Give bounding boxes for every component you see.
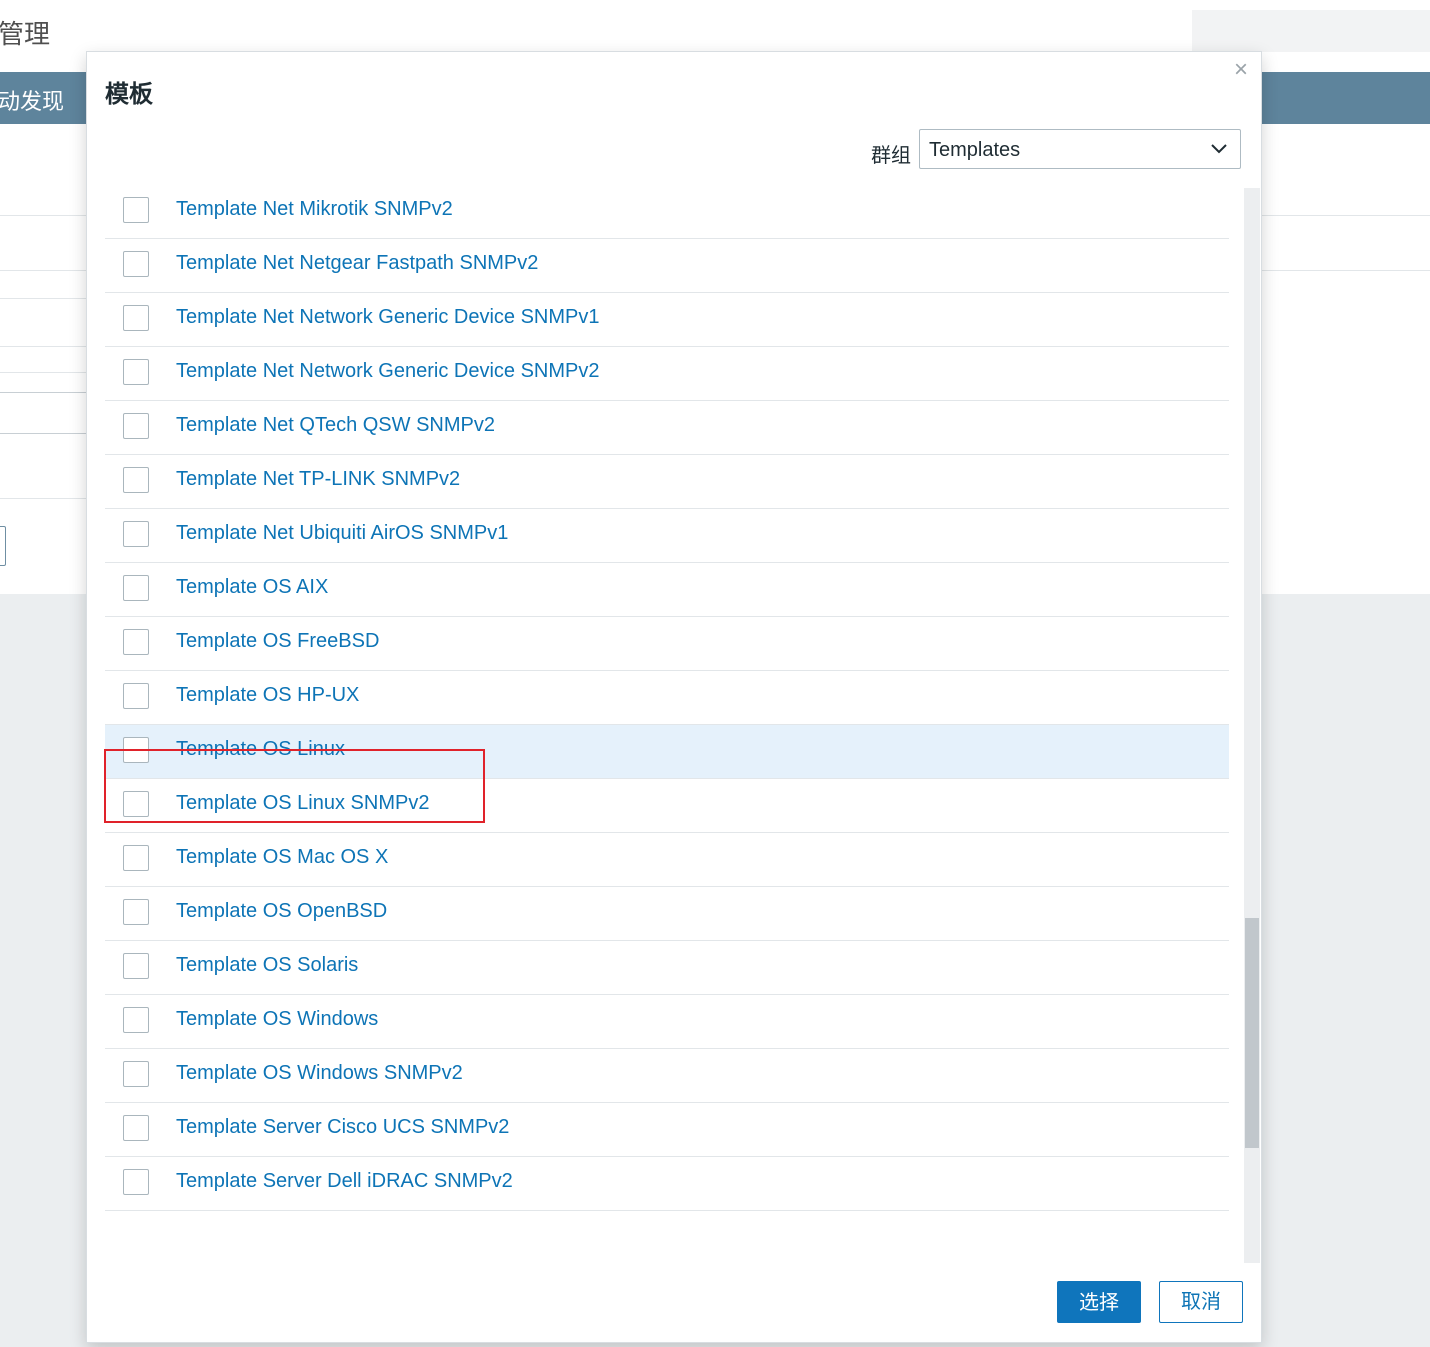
template-link[interactable]: Template Net QTech QSW SNMPv2	[176, 414, 495, 437]
header-search-area	[1192, 10, 1430, 52]
template-row[interactable]: Template OS FreeBSD	[105, 617, 1229, 671]
template-link[interactable]: Template Net Network Generic Device SNMP…	[176, 360, 599, 383]
template-row[interactable]: Template Net Mikrotik SNMPv2	[105, 188, 1229, 239]
template-list-inner: Template Net Mellanox SNMPv2Template Net…	[105, 188, 1229, 1211]
template-checkbox[interactable]	[123, 791, 149, 817]
template-link[interactable]: Template OS Linux SNMPv2	[176, 792, 429, 815]
template-link[interactable]: Template OS Windows SNMPv2	[176, 1062, 463, 1085]
scrollbar-thumb[interactable]	[1245, 918, 1259, 1148]
template-checkbox[interactable]	[123, 845, 149, 871]
template-checkbox[interactable]	[123, 629, 149, 655]
template-link[interactable]: Template OS Solaris	[176, 954, 358, 977]
template-checkbox[interactable]	[123, 467, 149, 493]
template-checkbox[interactable]	[123, 899, 149, 925]
template-link[interactable]: Template OS Mac OS X	[176, 846, 388, 869]
template-row[interactable]: Template Net Network Generic Device SNMP…	[105, 293, 1229, 347]
template-link[interactable]: Template Net Network Generic Device SNMP…	[176, 306, 599, 329]
select-button[interactable]: 选择	[1057, 1281, 1141, 1323]
template-checkbox[interactable]	[123, 251, 149, 277]
template-checkbox[interactable]	[123, 1007, 149, 1033]
template-checkbox[interactable]	[123, 359, 149, 385]
template-link[interactable]: Template OS AIX	[176, 576, 328, 599]
template-list: Template Net Mellanox SNMPv2Template Net…	[105, 188, 1245, 1258]
template-link[interactable]: Template Net Ubiquiti AirOS SNMPv1	[176, 522, 508, 545]
template-link[interactable]: Template OS FreeBSD	[176, 630, 379, 653]
template-checkbox[interactable]	[123, 521, 149, 547]
template-row[interactable]: Template Net Network Generic Device SNMP…	[105, 347, 1229, 401]
dialog-title: 模板	[105, 81, 153, 108]
group-select[interactable]: Templates	[919, 129, 1241, 169]
template-link[interactable]: Template Server Dell iDRAC SNMPv2	[176, 1170, 513, 1193]
template-link[interactable]: Template Server Cisco UCS SNMPv2	[176, 1116, 509, 1139]
nav-item-discovery[interactable]: 动发现	[0, 84, 64, 116]
template-checkbox[interactable]	[123, 1061, 149, 1087]
template-link[interactable]: Template OS Linux	[176, 738, 345, 761]
template-link[interactable]: Template OS OpenBSD	[176, 900, 387, 923]
template-row[interactable]: Template Net TP-LINK SNMPv2	[105, 455, 1229, 509]
template-row[interactable]: Template OS Solaris	[105, 941, 1229, 995]
template-row[interactable]: Template Net Ubiquiti AirOS SNMPv1	[105, 509, 1229, 563]
template-row[interactable]: Template OS Linux	[105, 725, 1229, 779]
template-link[interactable]: Template OS HP-UX	[176, 684, 359, 707]
template-checkbox[interactable]	[123, 575, 149, 601]
template-row[interactable]: Template OS AIX	[105, 563, 1229, 617]
group-select-value: Templates	[929, 139, 1021, 161]
template-checkbox[interactable]	[123, 683, 149, 709]
template-link[interactable]: Template Net TP-LINK SNMPv2	[176, 468, 460, 491]
template-checkbox[interactable]	[123, 413, 149, 439]
template-row[interactable]: Template OS Windows SNMPv2	[105, 1049, 1229, 1103]
template-link[interactable]: Template Net Mikrotik SNMPv2	[176, 198, 453, 221]
template-row[interactable]: Template OS HP-UX	[105, 671, 1229, 725]
template-row[interactable]: Template Net Netgear Fastpath SNMPv2	[105, 239, 1229, 293]
template-row[interactable]: Template Server Dell iDRAC SNMPv2	[105, 1157, 1229, 1211]
template-row[interactable]: Template Net QTech QSW SNMPv2	[105, 401, 1229, 455]
template-link[interactable]: Template Net Netgear Fastpath SNMPv2	[176, 252, 538, 275]
divider	[0, 498, 90, 499]
template-row[interactable]: Template OS Linux SNMPv2	[105, 779, 1229, 833]
template-checkbox[interactable]	[123, 953, 149, 979]
template-checkbox[interactable]	[123, 197, 149, 223]
template-link[interactable]: Template OS Windows	[176, 1008, 378, 1031]
template-row[interactable]: Template OS Windows	[105, 995, 1229, 1049]
template-row[interactable]: Template OS Mac OS X	[105, 833, 1229, 887]
template-checkbox[interactable]	[123, 1169, 149, 1195]
template-row[interactable]: Template Server Cisco UCS SNMPv2	[105, 1103, 1229, 1157]
chevron-down-icon	[1211, 144, 1227, 154]
template-checkbox[interactable]	[123, 737, 149, 763]
divider	[0, 298, 90, 299]
divider	[0, 346, 90, 347]
group-label: 群组	[871, 145, 911, 167]
divider	[0, 372, 90, 373]
background-input	[0, 392, 87, 434]
background-button	[0, 526, 6, 566]
template-checkbox[interactable]	[123, 1115, 149, 1141]
template-row[interactable]: Template OS OpenBSD	[105, 887, 1229, 941]
template-checkbox[interactable]	[123, 305, 149, 331]
close-icon[interactable]: ×	[1229, 58, 1253, 82]
cancel-button[interactable]: 取消	[1159, 1281, 1243, 1323]
template-select-dialog: 模板 × 群组 Templates Template Net Mellanox …	[86, 51, 1262, 1343]
page-title: 管理	[0, 19, 51, 49]
